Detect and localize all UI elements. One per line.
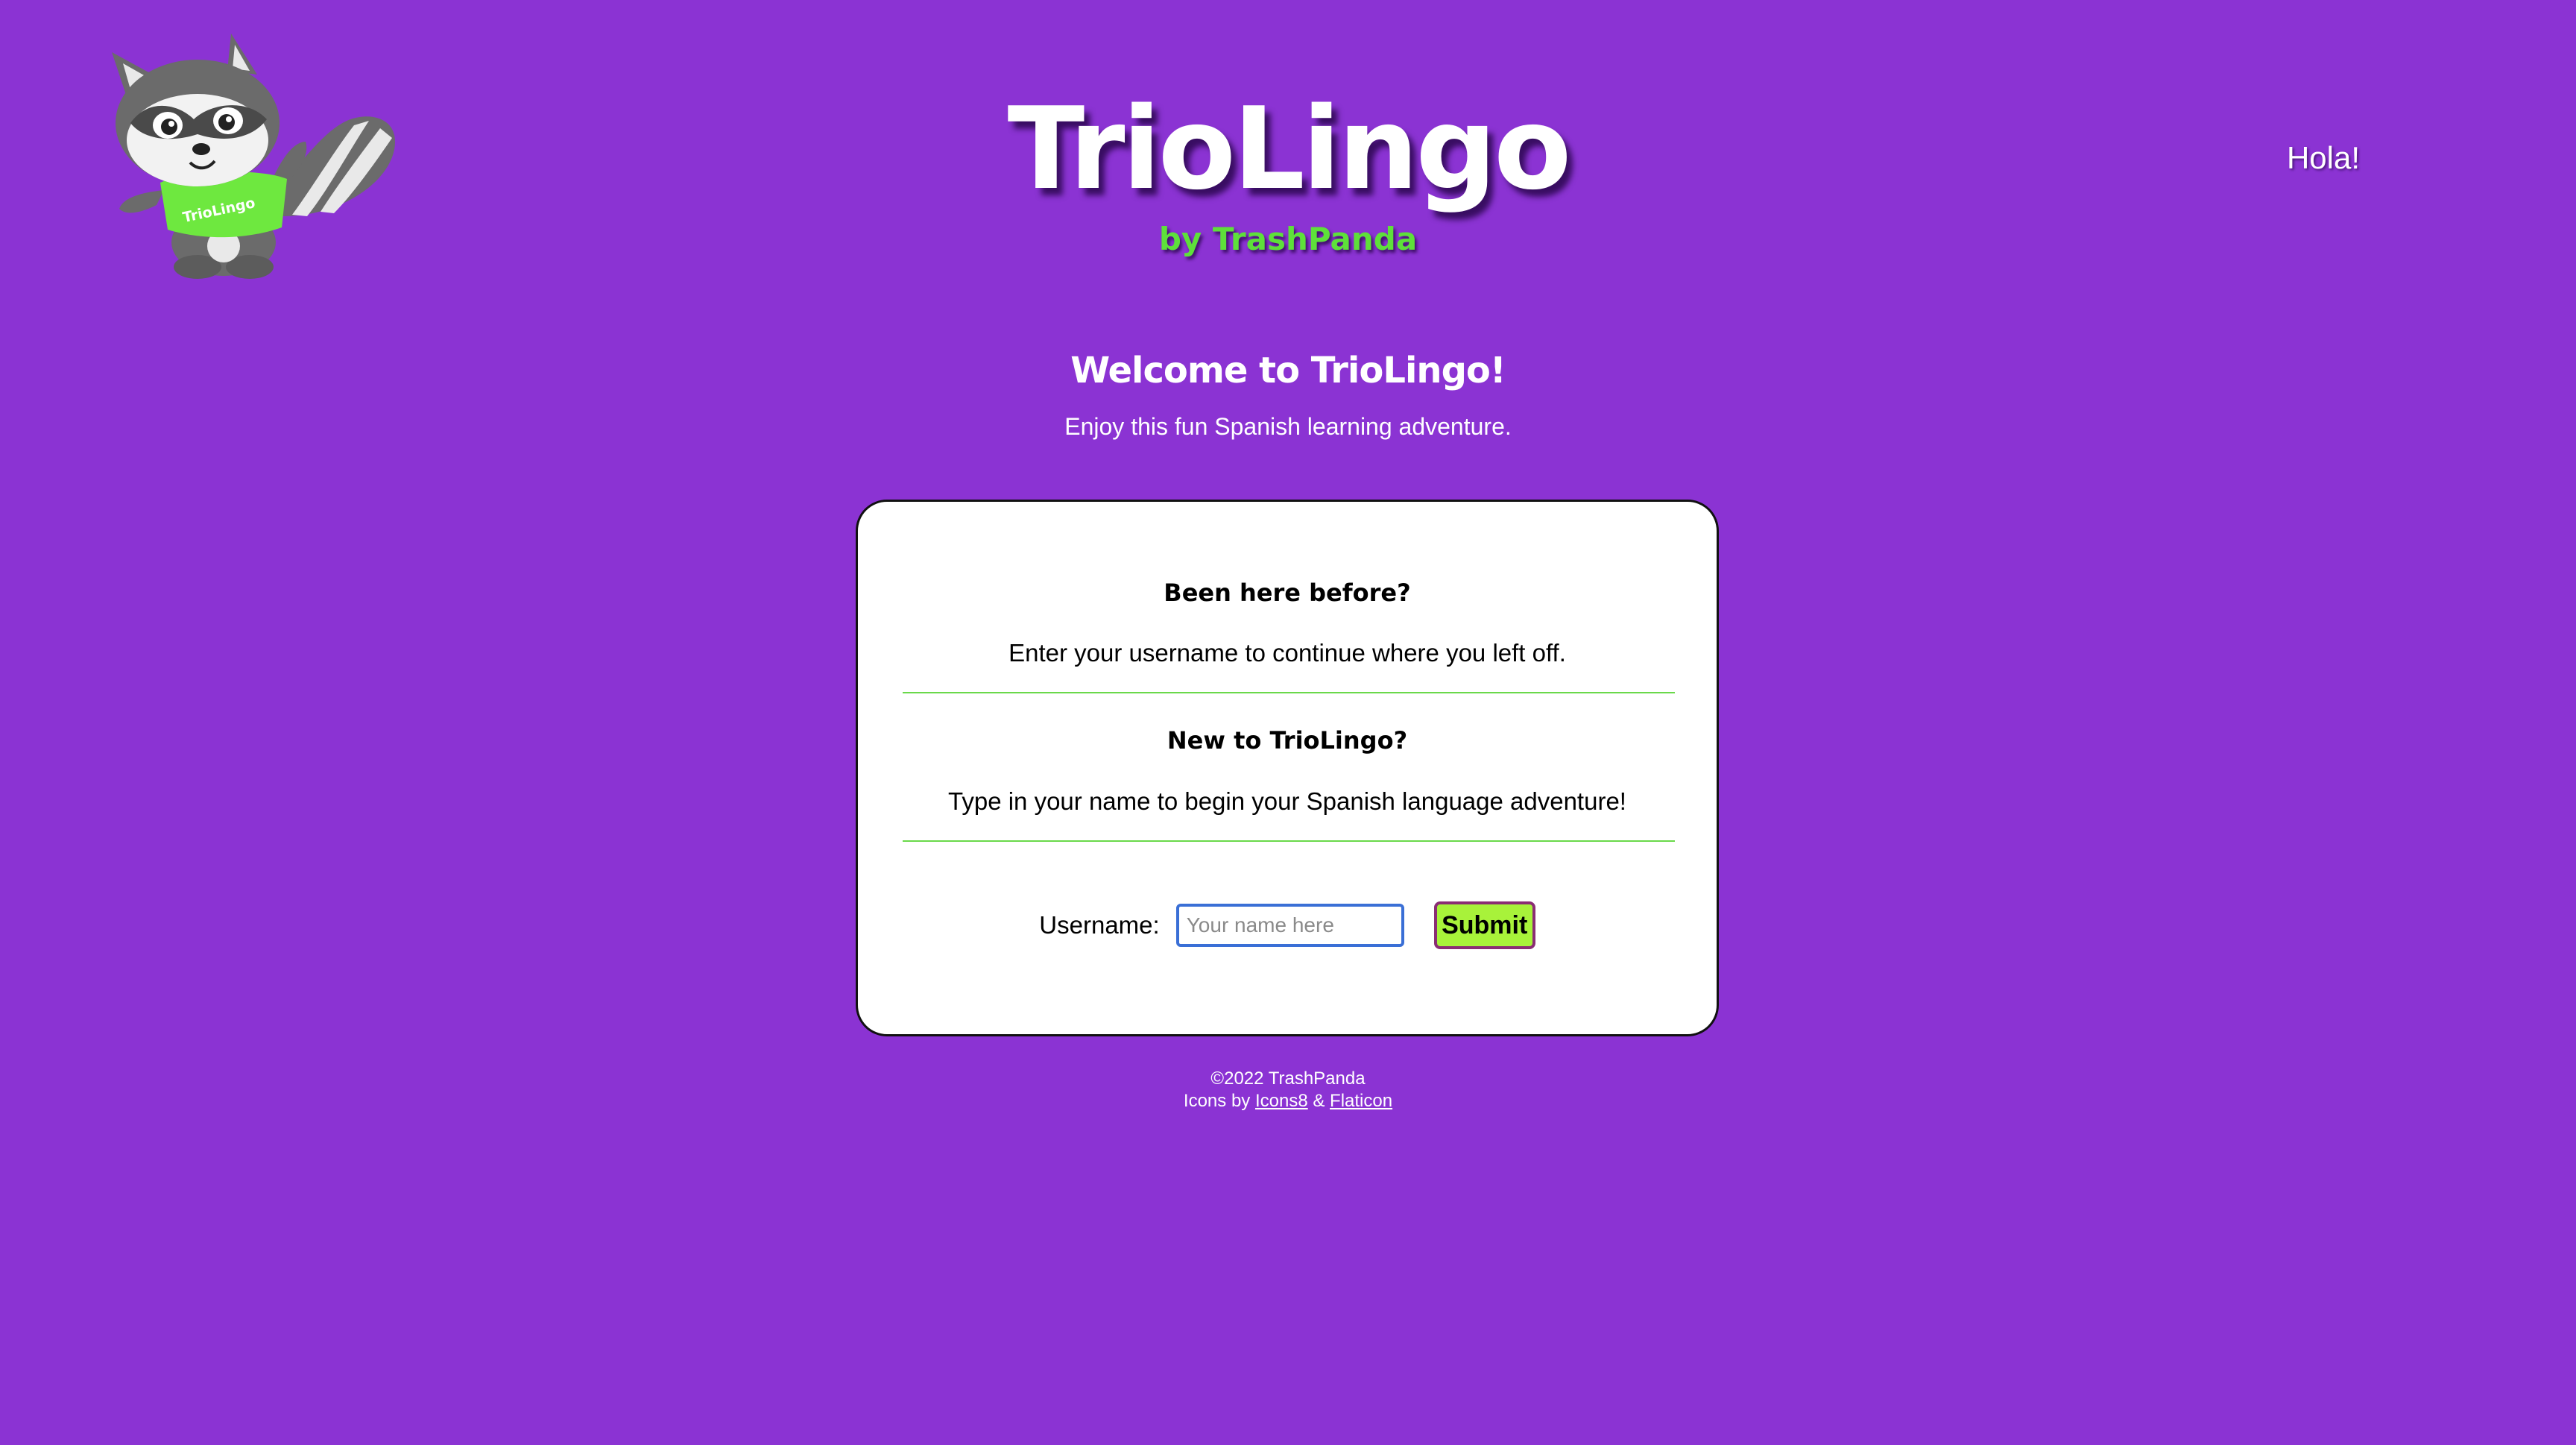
site-subtitle: by TrashPanda [1158, 221, 1418, 257]
login-card: Been here before? Enter your username to… [856, 500, 1719, 1036]
copyright-text: ©2022 TrashPanda [1210, 1068, 1366, 1089]
icon-credits: Icons by Icons8 & Flaticon [0, 1090, 2576, 1112]
username-label: Username: [1039, 911, 1160, 939]
returning-user-heading: Been here before? [1164, 579, 1411, 607]
site-title: TrioLingo [1007, 83, 1572, 215]
greeting-text: Hola! [2286, 140, 2360, 175]
footer: ©2022 TrashPanda Icons by Icons8 & Flati… [0, 1068, 2576, 1112]
submit-button[interactable]: Submit [1433, 901, 1535, 949]
welcome-section: Welcome to TrioLingo! Enjoy this fun Spa… [0, 344, 2576, 441]
divider [903, 692, 1675, 693]
welcome-subtitle: Enjoy this fun Spanish learning adventur… [1064, 413, 1512, 440]
icon-credits-prefix: Icons by [1183, 1091, 1251, 1111]
welcome-title: Welcome to TrioLingo! [1070, 350, 1506, 391]
new-user-heading: New to TrioLingo? [1167, 726, 1408, 755]
brand-header: TrioLingo by TrashPanda [0, 82, 2576, 258]
flaticon-link[interactable]: Flaticon [1330, 1091, 1392, 1111]
username-form: Username: Submit [858, 901, 1717, 949]
new-user-text: Type in your name to begin your Spanish … [948, 787, 1626, 815]
icons8-link[interactable]: Icons8 [1255, 1091, 1308, 1111]
username-input[interactable] [1175, 904, 1404, 947]
returning-user-text: Enter your username to continue where yo… [1008, 639, 1566, 667]
divider [903, 840, 1675, 842]
credits-separator: & [1313, 1091, 1325, 1111]
